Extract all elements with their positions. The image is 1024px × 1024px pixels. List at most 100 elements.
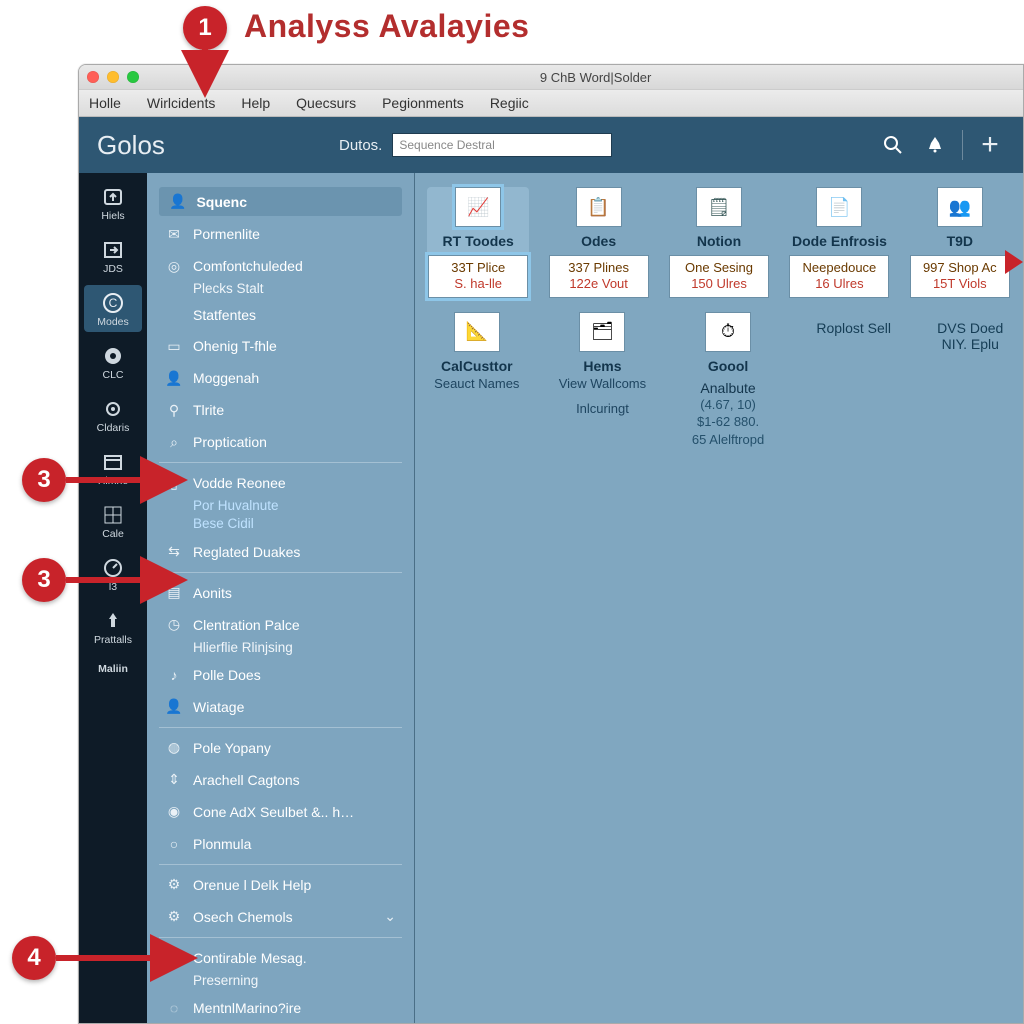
sp-tlrite[interactable]: ⚲Tlrite xyxy=(159,396,402,424)
circle-c-icon: C xyxy=(99,291,127,315)
menu-regiic[interactable]: Regiic xyxy=(490,95,529,111)
sp-plonmula[interactable]: ○Plonmula xyxy=(159,830,402,858)
gear-icon: ⚙ xyxy=(165,908,183,926)
sp-por-huvalnute[interactable]: Por Huvalnute xyxy=(159,497,402,515)
rail-clc[interactable]: CLC xyxy=(84,338,142,385)
link-roplost[interactable]: Roplost Sell xyxy=(804,320,904,336)
tool-calcusttor[interactable]: 📐 CalCusttor Seauct Names xyxy=(427,312,527,449)
card-dode-enfrosis[interactable]: 📄 Dode Enfrosis Neepedouce16 Ulres xyxy=(788,187,890,298)
ruler-icon: 📐 xyxy=(454,312,500,352)
chart-line-icon: 📈 xyxy=(455,187,501,227)
close-icon[interactable] xyxy=(87,71,99,83)
sp-mentnlmarino[interactable]: ◌MentnlMarino?ire xyxy=(159,994,402,1022)
pin-icon: ⚲ xyxy=(165,401,183,419)
sp-polle-does[interactable]: ♪Polle Does xyxy=(159,661,402,689)
sp-aonits[interactable]: ▤Aonits xyxy=(159,579,402,607)
callout-3a: 3 xyxy=(22,458,66,502)
disc-icon xyxy=(99,344,127,368)
menu-bar: Holle Wirlcidents Help Quecsurs Pegionme… xyxy=(79,89,1023,117)
rail-jds[interactable]: JDS xyxy=(84,232,142,279)
bell-icon[interactable] xyxy=(920,135,950,155)
traffic-lights[interactable] xyxy=(87,71,139,83)
mail-icon: ✉ xyxy=(165,225,183,243)
link-niy-eplu[interactable]: NIY. Eplu xyxy=(930,336,1012,352)
list-icon: 🗂 xyxy=(579,312,625,352)
maximize-icon[interactable] xyxy=(127,71,139,83)
card-rt-toodes[interactable]: 📈 RT Toodes 33T PliceS. ha-lle xyxy=(427,187,529,298)
ring-icon: ◌ xyxy=(165,999,183,1017)
search-icon[interactable] xyxy=(878,135,908,155)
card-notion[interactable]: 🗒 Notion One Sesing150 Ulres xyxy=(668,187,770,298)
search-icon: ⌕ xyxy=(165,433,183,451)
toolbar-divider xyxy=(962,130,963,160)
search-input[interactable]: Sequence Destral xyxy=(392,133,612,157)
rail-cldaris[interactable]: Cldaris xyxy=(84,391,142,438)
menu-pegionments[interactable]: Pegionments xyxy=(382,95,464,111)
menu-help[interactable]: Help xyxy=(241,95,270,111)
sp-orenue-help[interactable]: ⚙Orenue l Delk Help xyxy=(159,871,402,899)
menu-quecsurs[interactable]: Quecsurs xyxy=(296,95,356,111)
sp-vodde-reonee[interactable]: ▯Vodde Reonee xyxy=(159,469,402,497)
menu-wirlcidents[interactable]: Wirlcidents xyxy=(147,95,215,111)
rail-prattalls[interactable]: Prattalls xyxy=(84,603,142,650)
sp-moggenah[interactable]: 👤Moggenah xyxy=(159,364,402,392)
pin-icon xyxy=(99,609,127,633)
grid-icon xyxy=(99,503,127,527)
minimize-icon[interactable] xyxy=(107,71,119,83)
sp-preserning[interactable]: Preserning xyxy=(159,972,402,990)
menu-holle[interactable]: Holle xyxy=(89,95,121,111)
sp-cone-adx[interactable]: ◉Cone AdX Seulbet &.. h… xyxy=(159,798,402,826)
doc-icon: 📄 xyxy=(816,187,862,227)
sp-wiatage[interactable]: 👤Wiatage xyxy=(159,693,402,721)
sp-statfentes[interactable]: Statfentes xyxy=(159,302,402,328)
sp-bese-cidil[interactable]: Bese Cidil xyxy=(159,515,402,533)
sp-clentration[interactable]: ◷Clentration Palce xyxy=(159,611,402,639)
callout-4: 4 xyxy=(12,936,56,980)
sp-ohenig[interactable]: ▭Ohenig T-fhle xyxy=(159,332,402,360)
tool-goool[interactable]: ⏱ Goool Analbute (4.67, 10) $1-62 880. 6… xyxy=(678,312,778,449)
target-icon: ◎ xyxy=(165,257,183,275)
sticky-icon: 🗒 xyxy=(696,187,742,227)
sp-osech-chemols[interactable]: ⚙Osech Chemols ⌄ xyxy=(159,903,402,931)
ring-icon: ○ xyxy=(165,835,183,853)
gauge-icon: ⏱ xyxy=(705,312,751,352)
rail-modes[interactable]: CModes xyxy=(84,285,142,332)
rail-hiels[interactable]: Hiels xyxy=(84,179,142,226)
sp-contirable[interactable]: ◧Contirable Mesag. xyxy=(159,944,402,972)
upload-icon xyxy=(99,185,127,209)
svg-text:C: C xyxy=(109,296,118,310)
add-button[interactable]: + xyxy=(975,128,1005,162)
updown-icon: ⇕ xyxy=(165,771,183,789)
sp-pormenlite[interactable]: ✉Pormenlite xyxy=(159,220,402,248)
nav-rail: Hiels JDS CModes CLC Cldaris Himne Cale … xyxy=(79,173,147,1023)
sp-plecks-stalt[interactable]: Plecks Stalt xyxy=(159,280,402,298)
sp-reglated[interactable]: ⇆Reglated Duakes xyxy=(159,538,402,566)
link-icon: ⇆ xyxy=(165,543,183,561)
sp-pole-yopany[interactable]: ◍Pole Yopany xyxy=(159,734,402,762)
callout-3b: 3 xyxy=(22,558,66,602)
sp-arachell[interactable]: ⇕Arachell Cagtons xyxy=(159,766,402,794)
card-t9d[interactable]: 👥 T9D 997 Shop Ac15T Viols xyxy=(909,187,1011,298)
edge-arrow-icon xyxy=(1005,250,1024,280)
window-titlebar: 9 ChB Word|Solder xyxy=(79,65,1023,89)
sp-proptication[interactable]: ⌕Proptication xyxy=(159,428,402,456)
sp-comfontchuleded[interactable]: ◎Comfontchuleded xyxy=(159,252,402,280)
rail-maliin[interactable]: Maliin xyxy=(84,656,142,679)
callout-1: 1 xyxy=(183,6,227,50)
gear-icon: ⚙ xyxy=(165,876,183,894)
dutos-label: Dutos. xyxy=(339,137,382,154)
sidepanel-header[interactable]: 👤 Squenc xyxy=(159,187,402,216)
checklist-icon: 📋 xyxy=(576,187,622,227)
chevron-down-icon: ⌄ xyxy=(384,908,396,925)
rail-cale[interactable]: Cale xyxy=(84,497,142,544)
tool-hems[interactable]: 🗂 Hems View Wallcoms Inlcuringt xyxy=(553,312,653,449)
app-window: 9 ChB Word|Solder Holle Wirlcidents Help… xyxy=(78,64,1024,1024)
link-dvs-doed[interactable]: DVS Doed xyxy=(930,320,1012,336)
person-icon: 👤 xyxy=(165,369,183,387)
card-odes[interactable]: 📋 Odes 337 Plines122e Vout xyxy=(547,187,649,298)
person-icon: 👤 xyxy=(169,193,186,210)
folder-icon: ▭ xyxy=(165,337,183,355)
globe-icon: ◍ xyxy=(165,739,183,757)
sp-hlierflie[interactable]: Hlierflie Rlinjsing xyxy=(159,639,402,657)
note-icon: ♪ xyxy=(165,666,183,684)
